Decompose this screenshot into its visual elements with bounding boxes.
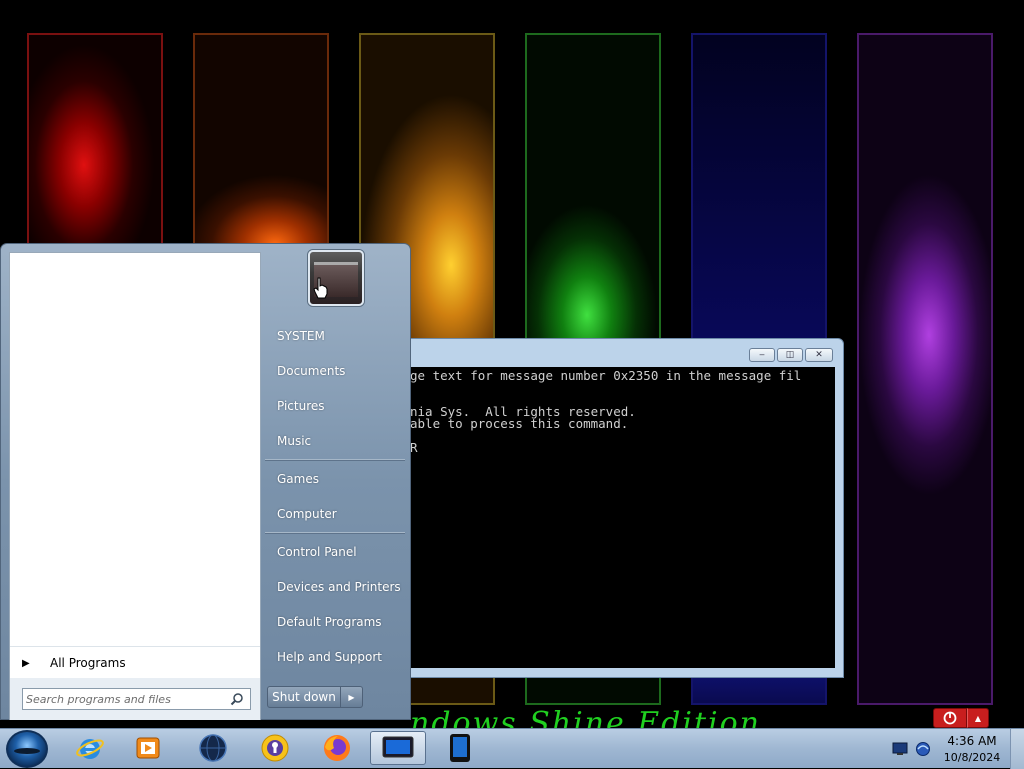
tablet-icon xyxy=(450,734,470,762)
minimize-button[interactable]: ‒ xyxy=(749,348,775,362)
taskbar-keyring[interactable] xyxy=(247,731,303,765)
taskbar-firefox[interactable] xyxy=(309,731,365,765)
console-output[interactable]: ge text for message number 0x2350 in the… xyxy=(411,367,835,668)
taskbar-network[interactable] xyxy=(185,731,241,765)
taskbar-internet-explorer[interactable] xyxy=(62,731,118,765)
start-item-games[interactable]: Games xyxy=(263,463,409,495)
start-orb-band xyxy=(14,748,40,754)
all-programs-label: All Programs xyxy=(50,656,126,670)
close-button[interactable]: ✕ xyxy=(805,348,833,362)
shutdown-options-arrow[interactable]: ▶ xyxy=(341,686,363,708)
taskbar: 4:36 AM 10/8/2024 xyxy=(0,728,1024,769)
console-text: ge text for message number 0x2350 in the… xyxy=(411,368,802,455)
taskbar-console-window[interactable] xyxy=(370,731,426,765)
start-menu[interactable]: ▶ All Programs SYSTEM Documents Pictures… xyxy=(0,243,411,720)
wallpaper-panel-purple xyxy=(857,33,993,705)
start-item-documents[interactable]: Documents xyxy=(263,355,409,387)
triangle-right-icon: ▶ xyxy=(22,657,30,669)
start-button[interactable] xyxy=(6,730,48,768)
network-status-icon[interactable] xyxy=(915,741,931,757)
menu-separator xyxy=(265,459,405,461)
window-controls: ‒ ◫ ✕ xyxy=(749,348,833,362)
start-item-computer[interactable]: Computer xyxy=(263,498,409,530)
shutdown-group: Shut down ▶ xyxy=(267,686,363,708)
wallpaper-text: ndows Shine Edition xyxy=(410,706,762,728)
ie-icon xyxy=(76,739,104,759)
start-item-music[interactable]: Music xyxy=(263,425,409,457)
media-player-icon xyxy=(136,737,160,759)
display-icon[interactable] xyxy=(892,742,908,756)
clock-date[interactable]: 10/8/2024 xyxy=(939,751,1005,764)
notification-button[interactable]: ▲ xyxy=(933,708,989,728)
show-desktop-button[interactable] xyxy=(1010,729,1024,769)
search-area xyxy=(10,678,260,720)
start-item-devices-printers[interactable]: Devices and Printers xyxy=(263,571,409,603)
keyhole-icon xyxy=(261,734,289,762)
programs-pane: ▶ All Programs xyxy=(9,252,261,720)
console-window[interactable]: ‒ ◫ ✕ ge text for message number 0x2350 … xyxy=(380,338,844,678)
menu-separator xyxy=(265,532,405,534)
power-icon xyxy=(943,711,957,725)
start-item-control-panel[interactable]: Control Panel xyxy=(263,536,409,568)
globe-icon xyxy=(199,734,227,762)
start-item-help-support[interactable]: Help and Support xyxy=(263,641,409,673)
start-item-system[interactable]: SYSTEM xyxy=(263,320,409,352)
start-item-default-programs[interactable]: Default Programs xyxy=(263,606,409,638)
clock-time[interactable]: 4:36 AM xyxy=(939,734,1005,748)
shutdown-button[interactable]: Shut down xyxy=(267,686,341,708)
search-icon[interactable] xyxy=(230,692,244,706)
power-notification[interactable] xyxy=(933,708,967,728)
firefox-icon xyxy=(324,735,350,761)
taskbar-tablet[interactable] xyxy=(432,731,488,765)
monitor-icon xyxy=(382,736,414,758)
maximize-button[interactable]: ◫ xyxy=(777,348,803,362)
hand-cursor-icon xyxy=(313,277,328,299)
start-item-pictures[interactable]: Pictures xyxy=(263,390,409,422)
chevron-up-icon[interactable]: ▲ xyxy=(967,708,989,728)
taskbar-media-player[interactable] xyxy=(120,731,176,765)
search-box[interactable] xyxy=(22,688,251,710)
search-input[interactable] xyxy=(26,691,221,707)
all-programs-item[interactable]: ▶ All Programs xyxy=(10,646,260,679)
